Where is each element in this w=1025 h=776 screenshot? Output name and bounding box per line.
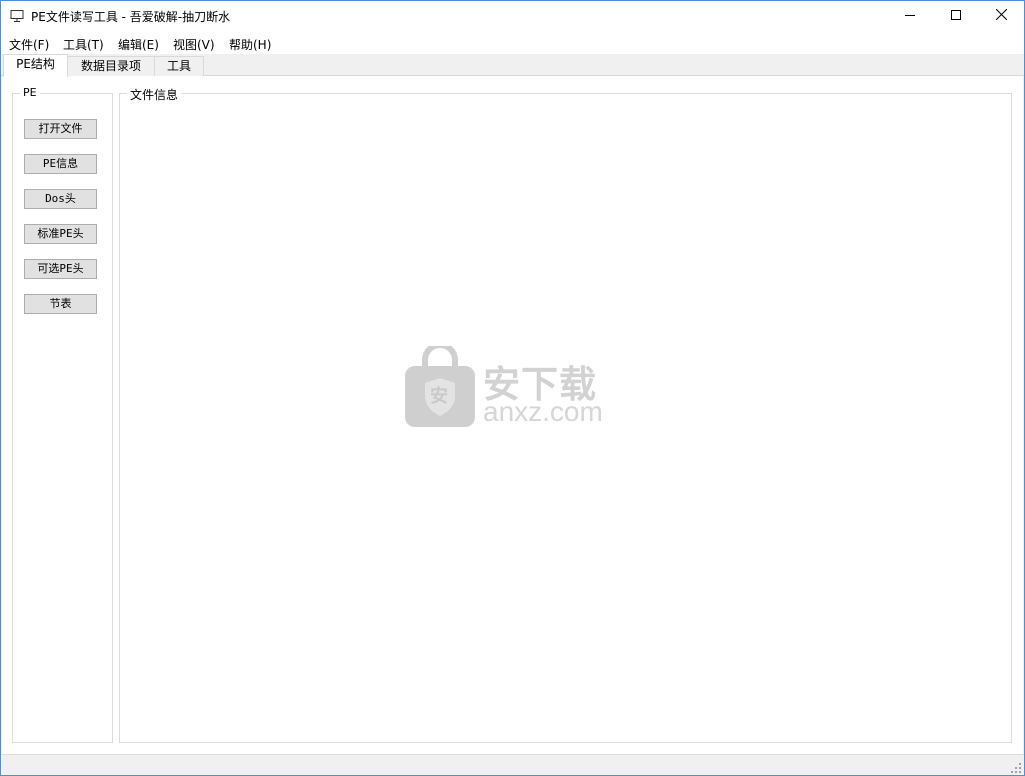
maximize-button[interactable]: [933, 1, 979, 31]
menu-bar: 文件(F) 工具(T) 编辑(E) 视图(V) 帮助(H): [1, 32, 1024, 54]
menu-tools[interactable]: 工具(T): [63, 36, 104, 53]
tab-tools[interactable]: 工具: [154, 56, 204, 76]
shield-lock-icon: 安: [405, 342, 475, 431]
open-file-button[interactable]: 打开文件: [24, 119, 97, 139]
optional-pe-header-button[interactable]: 可选PE头: [24, 259, 97, 279]
pe-groupbox-legend: PE: [20, 86, 40, 99]
menu-edit[interactable]: 编辑(E): [118, 36, 159, 53]
app-window: PE文件读写工具 - 吾爱破解-抽刀断水 文件(F) 工具(T) 编辑(E) 视…: [0, 0, 1025, 776]
menu-file[interactable]: 文件(F): [9, 36, 49, 53]
tab-strip: PE结构 数据目录项 工具: [1, 54, 1024, 77]
title-bar: PE文件读写工具 - 吾爱破解-抽刀断水: [1, 1, 1024, 32]
section-table-button[interactable]: 节表: [24, 294, 97, 314]
menu-view[interactable]: 视图(V): [173, 36, 215, 53]
watermark-badge-char: 安: [430, 386, 448, 407]
close-button[interactable]: [978, 1, 1024, 31]
dos-header-button[interactable]: Dos头: [24, 189, 97, 209]
watermark: 安 安下载 anxz.com: [405, 342, 621, 431]
minimize-icon: [905, 9, 915, 23]
menu-help[interactable]: 帮助(H): [229, 36, 271, 53]
resize-grip-icon[interactable]: [1010, 762, 1022, 774]
tab-pe-structure[interactable]: PE结构: [3, 54, 68, 77]
pe-info-button[interactable]: PE信息: [24, 154, 97, 174]
standard-pe-header-button[interactable]: 标准PE头: [24, 224, 97, 244]
tab-data-directory[interactable]: 数据目录项: [67, 56, 155, 76]
status-bar: [1, 754, 1024, 775]
watermark-url: anxz.com: [483, 396, 603, 427]
pe-groupbox: PE 打开文件 PE信息 Dos头 标准PE头 可选PE头 节表: [12, 86, 113, 743]
window-title: PE文件读写工具 - 吾爱破解-抽刀断水: [31, 10, 231, 24]
file-info-groupbox-legend: 文件信息: [127, 86, 182, 103]
minimize-button[interactable]: [887, 1, 933, 31]
close-icon: [995, 8, 1007, 23]
computer-monitor-icon: [10, 9, 24, 23]
maximize-icon: [951, 9, 961, 23]
